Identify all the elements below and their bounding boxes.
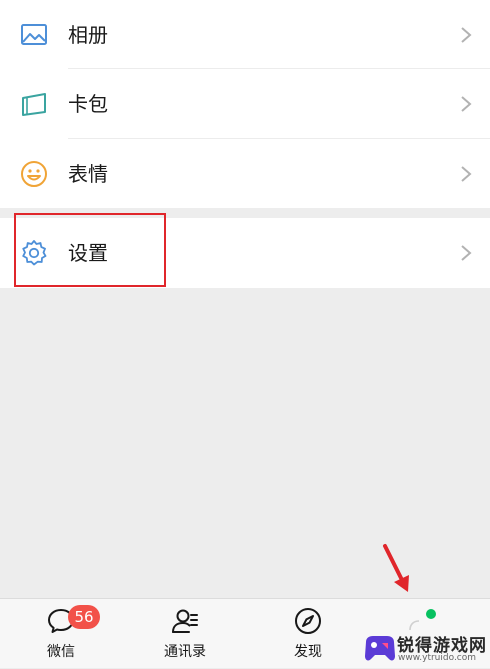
- tab-contacts[interactable]: 通讯录: [140, 599, 230, 669]
- stickers-label: 表情: [68, 162, 108, 186]
- card-pack-label: 卡包: [68, 92, 108, 116]
- album-label: 相册: [68, 23, 108, 47]
- tab-discover[interactable]: 发现: [263, 599, 353, 669]
- chevron-right-icon: [461, 166, 472, 182]
- sticker-smile-icon: [21, 161, 47, 187]
- settings-highlight-box: [14, 213, 166, 287]
- chevron-right-icon: [461, 27, 472, 43]
- compass-icon: [295, 608, 321, 634]
- tab-chats-label: 微信: [47, 644, 75, 660]
- gamepad-logo-icon: [365, 636, 395, 661]
- tab-discover-label: 发现: [294, 644, 322, 660]
- chevron-right-icon: [461, 96, 472, 112]
- chevron-right-icon: [461, 245, 472, 261]
- watermark-url: www.ytruido.com: [398, 653, 477, 663]
- card-pack-row[interactable]: 卡包: [0, 69, 490, 139]
- album-row[interactable]: 相册: [0, 0, 490, 70]
- contacts-icon: [172, 609, 198, 633]
- stickers-row[interactable]: 表情: [0, 139, 490, 209]
- tab-contacts-label: 通讯录: [164, 644, 206, 660]
- card-pack-icon: [22, 93, 46, 116]
- discover-group-1: 相册 卡包 表情: [0, 0, 490, 208]
- annotation-arrow-icon: [383, 544, 409, 592]
- album-icon: [21, 24, 47, 45]
- site-watermark: 锐得游戏网 www.ytruido.com: [362, 628, 490, 668]
- chats-unread-badge: 56: [68, 605, 100, 629]
